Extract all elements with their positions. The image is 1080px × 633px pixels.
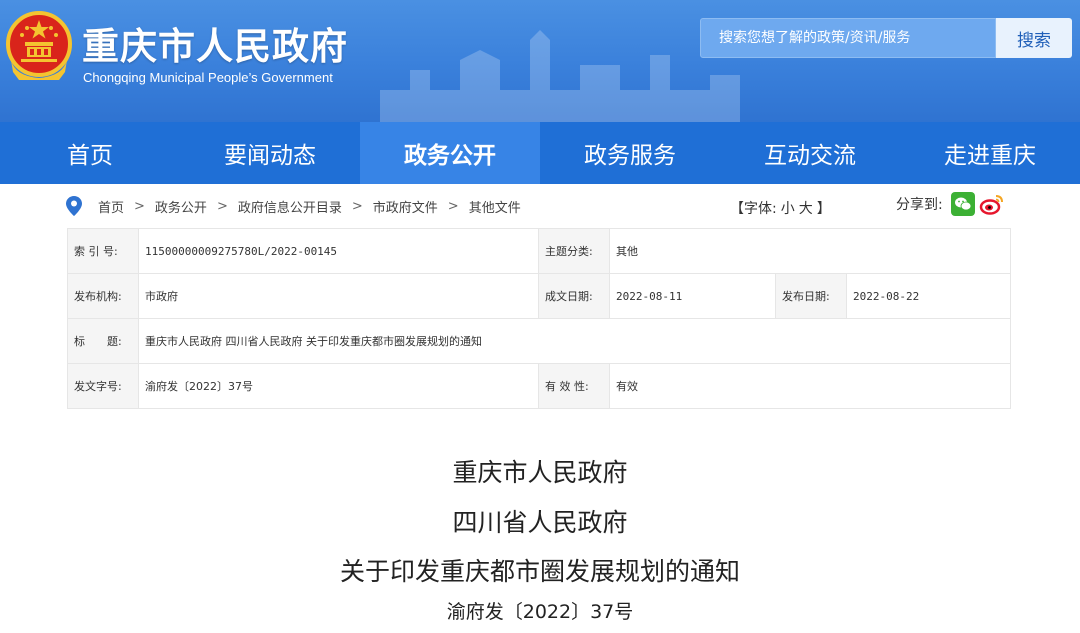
title-label: 标 题: — [67, 318, 139, 364]
table-row: 发布机构: 市政府 成文日期: 2022-08-11 发布日期: 2022-08… — [67, 273, 1011, 319]
nav-item-interaction[interactable]: 互动交流 — [720, 122, 900, 184]
breadcrumb-separator: > — [216, 198, 228, 214]
breadcrumb-item-municipal-docs[interactable]: 市政府文件 — [373, 197, 438, 216]
breadcrumb-item-catalog[interactable]: 政府信息公开目录 — [238, 197, 342, 216]
breadcrumb-item-other-docs[interactable]: 其他文件 — [469, 197, 521, 216]
document-issuer-1: 重庆市人民政府 — [452, 458, 628, 487]
breadcrumb-bar: 首页 > 政务公开 > 政府信息公开目录 > 市政府文件 > 其他文件 【字体:… — [62, 186, 1012, 226]
breadcrumb: 首页 > 政务公开 > 政府信息公开目录 > 市政府文件 > 其他文件 — [98, 197, 521, 216]
title-value: 重庆市人民政府 四川省人民政府 关于印发重庆都市圈发展规划的通知 — [138, 318, 1011, 364]
share-label: 分享到: — [896, 197, 943, 213]
breadcrumb-separator: > — [351, 198, 363, 214]
font-size-small-button[interactable]: 小 — [781, 198, 795, 218]
index-value: 11500000009275780L/2022-00145 — [138, 228, 539, 274]
document-number: 渝府发〔2022〕37号 — [446, 601, 634, 623]
table-row: 发文字号: 渝府发〔2022〕37号 有 效 性: 有效 — [67, 363, 1011, 409]
site-header: 重庆市人民政府 Chongqing Municipal People’s Gov… — [0, 0, 1080, 122]
nav-item-about-chongqing[interactable]: 走进重庆 — [900, 122, 1080, 184]
search-input[interactable] — [701, 19, 995, 57]
font-size-open: 【字体: — [730, 201, 777, 217]
wechat-icon[interactable] — [950, 192, 975, 216]
nav-item-news[interactable]: 要闻动态 — [180, 122, 360, 184]
docno-value: 渝府发〔2022〕37号 — [138, 363, 539, 409]
main-nav: 首页 要闻动态 政务公开 政务服务 互动交流 走进重庆 — [0, 122, 1080, 184]
category-label: 主题分类: — [538, 228, 610, 274]
index-label: 索 引 号: — [67, 228, 139, 274]
document-issuer-2: 四川省人民政府 — [452, 508, 628, 537]
published-date-value: 2022-08-22 — [846, 273, 1011, 319]
issuer-label: 发布机构: — [67, 273, 139, 319]
nav-item-services[interactable]: 政务服务 — [540, 122, 720, 184]
document-meta-table: 索 引 号: 11500000009275780L/2022-00145 主题分… — [67, 228, 1011, 409]
weibo-icon[interactable] — [979, 192, 1005, 216]
breadcrumb-item-home[interactable]: 首页 — [98, 197, 124, 216]
nav-item-home[interactable]: 首页 — [0, 122, 180, 184]
font-size-control: 【字体: 小 大 】 — [730, 198, 831, 218]
docno-label: 发文字号: — [67, 363, 139, 409]
validity-label: 有 效 性: — [538, 363, 610, 409]
document-title: 关于印发重庆都市圈发展规划的通知 — [339, 557, 740, 586]
breadcrumb-separator: > — [447, 198, 459, 214]
search-button[interactable]: 搜索 — [996, 18, 1072, 58]
table-row: 标 题: 重庆市人民政府 四川省人民政府 关于印发重庆都市圈发展规划的通知 — [67, 318, 1011, 364]
share-bar: 分享到: — [896, 192, 1005, 216]
font-size-close: 】 — [816, 201, 831, 217]
font-size-large-button[interactable]: 大 — [799, 198, 813, 218]
written-date-value: 2022-08-11 — [609, 273, 776, 319]
validity-value: 有效 — [609, 363, 1011, 409]
site-subtitle: Chongqing Municipal People’s Government — [83, 70, 333, 85]
breadcrumb-item-gov-affairs[interactable]: 政务公开 — [155, 197, 207, 216]
published-date-label: 发布日期: — [775, 273, 847, 319]
table-row: 索 引 号: 11500000009275780L/2022-00145 主题分… — [67, 228, 1011, 274]
category-value: 其他 — [609, 228, 1011, 274]
location-pin-icon — [66, 196, 82, 216]
issuer-value: 市政府 — [138, 273, 539, 319]
skyline-decoration — [380, 30, 740, 122]
nav-item-gov-affairs[interactable]: 政务公开 — [360, 122, 540, 184]
written-date-label: 成文日期: — [538, 273, 610, 319]
site-title: 重庆市人民政府 — [82, 25, 348, 68]
breadcrumb-separator: > — [134, 198, 145, 214]
national-emblem-icon — [6, 11, 72, 80]
search-box — [700, 18, 996, 58]
